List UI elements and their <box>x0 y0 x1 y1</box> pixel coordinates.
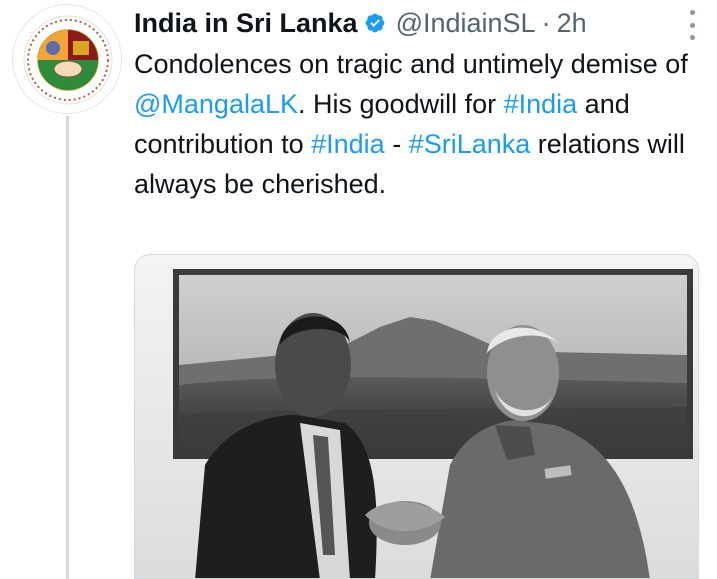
tweet-text: Condolences on tragic and untimely demis… <box>134 44 704 204</box>
hashtag-india-link[interactable]: #India <box>311 129 385 159</box>
hashtag-srilanka-link[interactable]: #SriLanka <box>409 129 531 159</box>
text-segment: . His goodwill for <box>298 89 504 119</box>
mention-link[interactable]: @MangalaLK <box>134 89 298 119</box>
handshake-photo <box>135 255 698 578</box>
avatar[interactable]: · <box>12 4 122 114</box>
author-handle[interactable]: @IndiainSL <box>396 8 536 39</box>
text-segment: Condolences on tragic and untimely demis… <box>134 49 688 79</box>
text-segment: - <box>384 129 409 159</box>
tweet-timestamp[interactable]: 2h <box>557 8 587 39</box>
tweet-header: India in Sri Lanka @IndiainSL · 2h <box>134 3 687 43</box>
author-name[interactable]: India in Sri Lanka <box>134 8 358 39</box>
thread-line <box>66 116 69 579</box>
verified-badge-icon <box>365 13 384 33</box>
more-options-icon[interactable] <box>687 10 697 40</box>
tweet-photo[interactable] <box>134 254 699 579</box>
hashtag-india-link[interactable]: #India <box>504 89 578 119</box>
india-srilanka-logo: · <box>14 6 121 113</box>
separator-dot: · <box>541 7 551 38</box>
